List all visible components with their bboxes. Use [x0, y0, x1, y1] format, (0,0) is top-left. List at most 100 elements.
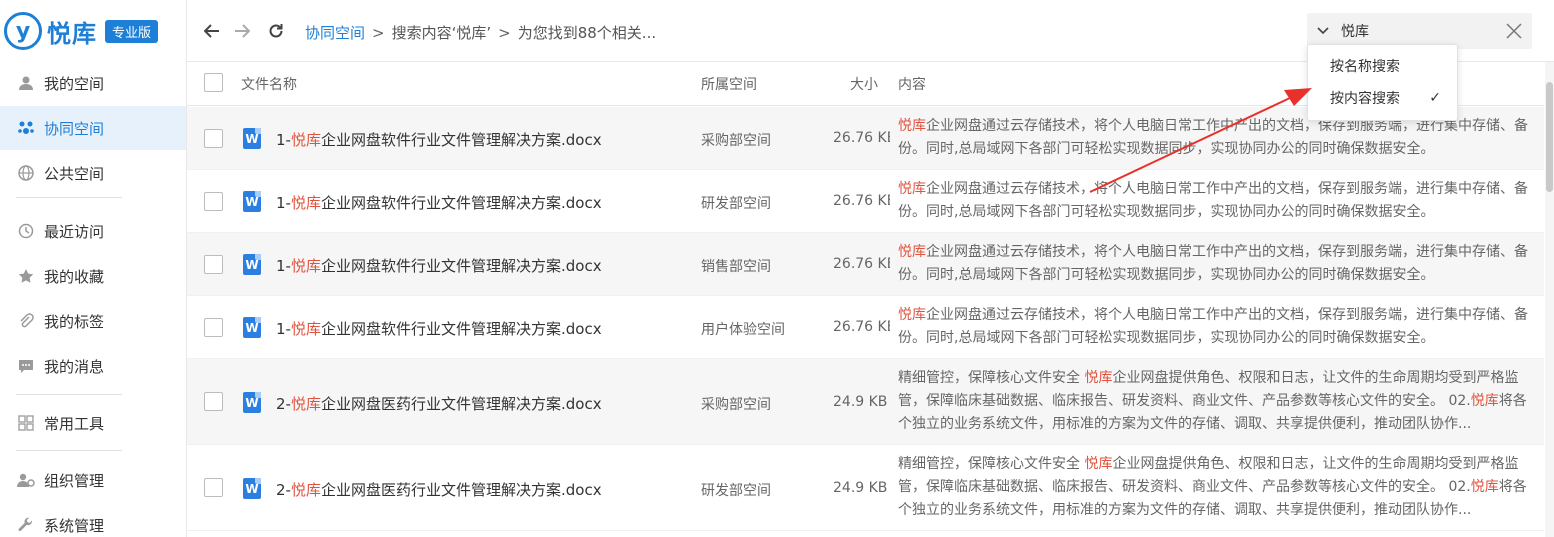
table-row[interactable]: W 2-悦库企业网盘医药行业文件管理解决方案.docx 采购部空间 24.9 K… — [187, 359, 1544, 445]
sidebar-item-label: 组织管理 — [44, 471, 105, 490]
file-size: 24.9 KB — [833, 480, 888, 496]
row-checkbox[interactable] — [204, 392, 223, 411]
org-settings-icon — [16, 470, 36, 490]
word-doc-icon: W — [243, 478, 261, 499]
back-arrow-icon[interactable] — [201, 20, 223, 42]
file-size: 24.9 KB — [833, 394, 888, 410]
file-space: 销售部空间 — [701, 259, 771, 275]
file-size: 26.76 KB — [833, 193, 890, 209]
file-space: 研发部空间 — [701, 196, 771, 212]
sidebar-item-collab-space[interactable]: 协同空间 — [0, 106, 186, 150]
content-snippet: 悦库企业网盘通过云存储技术，将个人电脑日常工作中产出的文档，保存到服务端，进行集… — [898, 244, 1528, 283]
sidebar-item-label: 我的标签 — [44, 312, 105, 331]
nav-divider — [16, 450, 122, 451]
nav-divider — [16, 197, 122, 198]
option-label: 按内容搜索 — [1330, 91, 1400, 107]
sidebar-item-tags[interactable]: 我的标签 — [0, 299, 186, 343]
check-icon: ✓ — [1429, 90, 1441, 106]
word-doc-icon: W — [243, 317, 261, 338]
breadcrumb-search: 搜索内容‘悦库’ — [391, 24, 492, 42]
message-icon — [16, 356, 36, 376]
row-checkbox[interactable] — [204, 318, 223, 337]
row-checkbox[interactable] — [204, 478, 223, 497]
history-icon — [16, 221, 36, 241]
sidebar-item-messages[interactable]: 我的消息 — [0, 344, 186, 388]
wrench-icon — [16, 515, 36, 535]
vertical-scrollbar[interactable] — [1545, 62, 1554, 537]
row-checkbox[interactable] — [204, 192, 223, 211]
word-doc-icon: W — [243, 128, 261, 149]
file-size: 26.76 KB — [833, 319, 890, 335]
table-row[interactable]: W 1-悦库企业网盘软件行业文件管理解决方案.docx 研发部空间 26.76 … — [187, 170, 1544, 233]
content-snippet: 精细管控，保障核心文件安全 悦库企业网盘提供角色、权限和日志，让文件的生命周期均… — [898, 370, 1527, 432]
select-all-checkbox[interactable] — [204, 73, 223, 92]
chevron-down-icon[interactable] — [1317, 24, 1331, 38]
search-by-content-option[interactable]: 按内容搜索 ✓ — [1308, 83, 1457, 113]
breadcrumb-result-count: 为您找到88个相关... — [517, 24, 657, 42]
edition-badge: 专业版 — [105, 19, 159, 43]
brand-logo[interactable]: y 悦库 专业版 — [4, 12, 159, 50]
file-size: 26.76 KB — [833, 256, 890, 272]
header-space[interactable]: 所属空间 — [701, 74, 757, 94]
nav-divider — [16, 394, 122, 395]
file-name[interactable]: 2-悦库企业网盘医药行业文件管理解决方案.docx — [276, 393, 602, 414]
header-size[interactable]: 大小 — [850, 74, 878, 94]
scrollbar-thumb[interactable] — [1546, 82, 1553, 192]
sidebar-item-label: 常用工具 — [44, 414, 105, 433]
table-row[interactable]: W 1-悦库企业网盘软件行业文件管理解决方案.docx 销售部空间 26.76 … — [187, 233, 1544, 296]
breadcrumb-sep: > — [372, 23, 385, 42]
file-space: 研发部空间 — [701, 483, 771, 499]
file-name[interactable]: 1-悦库企业网盘软件行业文件管理解决方案.docx — [276, 129, 602, 150]
file-space: 采购部空间 — [701, 397, 771, 413]
refresh-icon[interactable] — [265, 20, 287, 42]
search-mode-dropdown: 按名称搜索 按内容搜索 ✓ — [1307, 44, 1458, 121]
sidebar-item-label: 协同空间 — [44, 119, 105, 138]
breadcrumb: 协同空间 > 搜索内容‘悦库’ > 为您找到88个相关... — [305, 22, 656, 43]
sidebar-item-label: 我的收藏 — [44, 267, 105, 286]
table-row[interactable]: W 2-悦库企业网盘医药行业文件管理解决方案.docx 研发部空间 24.9 K… — [187, 445, 1544, 531]
paperclip-icon — [16, 311, 36, 331]
file-space: 采购部空间 — [701, 133, 771, 149]
search-input[interactable]: 悦库 — [1341, 21, 1504, 41]
sidebar-item-label: 我的空间 — [44, 74, 105, 93]
content-snippet: 悦库企业网盘通过云存储技术，将个人电脑日常工作中产出的文档，保存到服务端，进行集… — [898, 181, 1528, 220]
sidebar-item-my-space[interactable]: 我的空间 — [0, 61, 186, 105]
cloud-collab-icon — [16, 118, 36, 138]
file-name[interactable]: 1-悦库企业网盘软件行业文件管理解决方案.docx — [276, 318, 602, 339]
sidebar-item-recent[interactable]: 最近访问 — [0, 209, 186, 253]
close-icon[interactable] — [1504, 21, 1524, 41]
word-doc-icon: W — [243, 392, 261, 413]
sidebar-item-label: 我的消息 — [44, 357, 105, 376]
sidebar-item-label: 公共空间 — [44, 164, 105, 183]
option-label: 按名称搜索 — [1330, 59, 1400, 75]
content-snippet: 精细管控，保障核心文件安全 悦库企业网盘提供角色、权限和日志，让文件的生命周期均… — [898, 456, 1527, 518]
sidebar-item-org-admin[interactable]: 组织管理 — [0, 458, 186, 502]
search-by-name-option[interactable]: 按名称搜索 — [1308, 51, 1457, 81]
content-snippet: 悦库企业网盘通过云存储技术，将个人电脑日常工作中产出的文档，保存到服务端，进行集… — [898, 307, 1528, 346]
sidebar-item-label: 系统管理 — [44, 516, 105, 535]
user-icon — [16, 73, 36, 93]
breadcrumb-root[interactable]: 协同空间 — [305, 22, 365, 43]
sidebar-item-public-space[interactable]: 公共空间 — [0, 151, 186, 195]
row-checkbox[interactable] — [204, 255, 223, 274]
sidebar: y 悦库 专业版 我的空间 协同空间 公共空间 最近访问 我的收藏 我的标签 我… — [0, 0, 187, 537]
file-name[interactable]: 1-悦库企业网盘软件行业文件管理解决方案.docx — [276, 255, 602, 276]
globe-icon — [16, 163, 36, 183]
file-name[interactable]: 1-悦库企业网盘软件行业文件管理解决方案.docx — [276, 192, 602, 213]
content-snippet: 悦库企业网盘通过云存储技术，将个人电脑日常工作中产出的文档，保存到服务端，进行集… — [898, 118, 1528, 157]
word-doc-icon: W — [243, 191, 261, 212]
table-row[interactable]: W 1-悦库企业网盘软件行业文件管理解决方案.docx 用户体验空间 26.76… — [187, 296, 1544, 359]
file-space: 用户体验空间 — [701, 322, 785, 338]
sidebar-item-favorites[interactable]: 我的收藏 — [0, 254, 186, 298]
file-name[interactable]: 2-悦库企业网盘医药行业文件管理解决方案.docx — [276, 479, 602, 500]
sidebar-item-tools[interactable]: 常用工具 — [0, 401, 186, 445]
grid-icon — [16, 413, 36, 433]
breadcrumb-sep: > — [498, 23, 511, 42]
sidebar-item-system-admin[interactable]: 系统管理 — [0, 503, 186, 537]
forward-arrow-icon[interactable] — [231, 20, 253, 42]
row-checkbox[interactable] — [204, 129, 223, 148]
file-size: 26.76 KB — [833, 130, 890, 146]
header-name[interactable]: 文件名称 — [241, 74, 297, 94]
brand-name: 悦库 — [47, 19, 97, 48]
sidebar-item-label: 最近访问 — [44, 222, 105, 241]
